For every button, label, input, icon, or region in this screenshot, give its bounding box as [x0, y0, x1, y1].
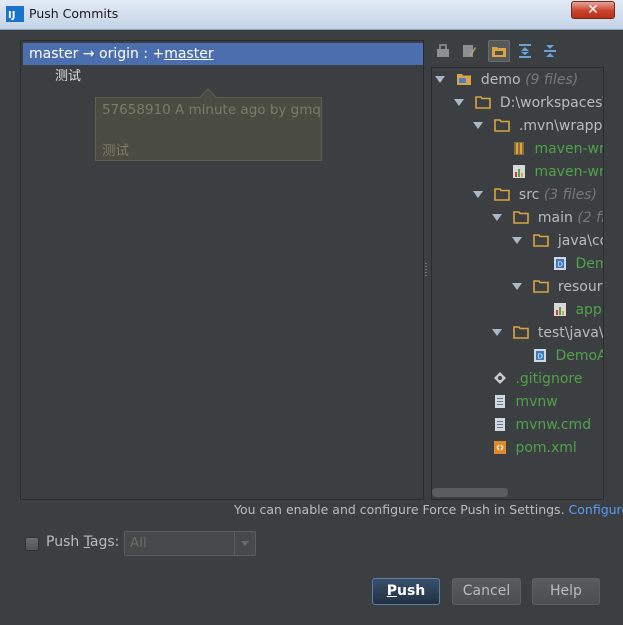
- tree-node-label: pom.xml: [515, 440, 577, 456]
- folder-icon: [494, 118, 511, 132]
- push-tags-select-value: All: [130, 535, 147, 551]
- tree-node[interactable]: src (3 files): [473, 184, 597, 206]
- folder-icon: [475, 95, 492, 109]
- svg-text:D: D: [538, 352, 543, 360]
- title-bar: IJ Push Commits ✕: [0, 0, 623, 30]
- text-file-icon: [495, 417, 505, 431]
- cancel-button[interactable]: Cancel: [452, 578, 521, 605]
- tree-node-label: D:\workspaces\w: [499, 95, 603, 111]
- tree-leaf[interactable]: D DemoA: [533, 345, 604, 367]
- tree-leaf[interactable]: pom.xml: [493, 437, 577, 459]
- folder-icon: [513, 325, 530, 339]
- push-tags-checkbox[interactable]: [25, 537, 39, 551]
- tree-node-label: java\co: [557, 233, 604, 249]
- tree-node-label: .gitignore: [515, 371, 583, 387]
- tree-node[interactable]: resourc: [512, 276, 603, 298]
- tooltip-commit-message: 测试: [102, 143, 129, 159]
- tree-leaf[interactable]: .gitignore: [493, 368, 582, 390]
- svg-text:IJ: IJ: [8, 10, 15, 21]
- tree-node-count: (2 fil: [577, 210, 603, 226]
- tree-node[interactable]: test\java\c: [492, 322, 604, 344]
- properties-file-icon: [513, 164, 525, 178]
- commit-item[interactable]: 测试: [55, 67, 81, 87]
- expand-arrow-icon[interactable]: [512, 282, 522, 290]
- changed-files-tree: demo (9 files) D:\workspaces\w .mvn\wrap…: [431, 67, 604, 500]
- folder-icon: [494, 187, 511, 201]
- panel-splitter-handle[interactable]: [424, 262, 428, 276]
- expand-arrow-icon[interactable]: [492, 328, 502, 336]
- tree-node-label: main: [537, 210, 573, 226]
- java-class-icon: D: [554, 256, 566, 270]
- tree-node-label: mvnw.cmd: [515, 417, 592, 433]
- tree-node[interactable]: D:\workspaces\w: [454, 92, 603, 114]
- tree-leaf[interactable]: appl: [553, 299, 604, 321]
- push-tags-label[interactable]: Push Tags:: [46, 534, 119, 550]
- tree-node-label: maven-wra: [534, 164, 603, 180]
- tree-node[interactable]: java\co: [512, 230, 604, 252]
- folder-icon: [513, 210, 530, 224]
- tree-node-label: .mvn\wrapper: [518, 118, 603, 134]
- group-by-directory-icon[interactable]: [488, 40, 510, 62]
- intellij-app-icon: IJ: [6, 6, 24, 22]
- push-button[interactable]: Push: [372, 578, 440, 605]
- collapse-all-icon[interactable]: [539, 40, 561, 62]
- expand-arrow-icon[interactable]: [473, 121, 483, 129]
- tree-node-label: mvnw: [515, 394, 558, 410]
- tree-node-label: maven-wra: [534, 141, 603, 157]
- branch-row[interactable]: master → origin : +master: [23, 43, 423, 65]
- tree-leaf[interactable]: mvnw: [493, 391, 558, 413]
- expand-arrow-icon[interactable]: [492, 213, 502, 221]
- tree-node-count: (9 files): [525, 72, 579, 88]
- tree-leaf[interactable]: maven-wra: [512, 161, 603, 183]
- tree-horizontal-scrollbar[interactable]: [432, 488, 508, 497]
- tooltip-commit-info: 57658910 A minute ago by gmq: [102, 102, 321, 118]
- folder-icon: [533, 233, 550, 247]
- java-class-icon: D: [534, 348, 546, 362]
- git-icon: [494, 371, 506, 384]
- tree-node[interactable]: main (2 fil: [492, 207, 603, 229]
- svg-text:D: D: [558, 260, 563, 268]
- properties-file-icon: [554, 302, 566, 316]
- tree-leaf[interactable]: mvnw.cmd: [493, 414, 591, 436]
- tree-leaf[interactable]: D Dem: [553, 253, 603, 275]
- force-push-info-text: You can enable and configure Force Push …: [234, 502, 565, 517]
- tree-leaf[interactable]: maven-wra: [512, 138, 603, 160]
- tree-node-count: (3 files): [543, 187, 597, 203]
- jar-file-icon: [514, 141, 524, 155]
- commit-tooltip: 57658910 A minute ago by gmq 测试: [95, 88, 322, 161]
- edit-source-icon[interactable]: [458, 40, 480, 62]
- target-branch-link[interactable]: master: [164, 46, 213, 62]
- chevron-down-icon[interactable]: [234, 532, 255, 555]
- help-button[interactable]: Help: [532, 578, 600, 605]
- text-file-icon: [495, 394, 505, 408]
- branch-prefix: master → origin : +: [29, 46, 165, 62]
- expand-arrow-icon[interactable]: [512, 236, 522, 244]
- module-folder-icon: [457, 73, 472, 85]
- group-by-module-icon[interactable]: [432, 40, 454, 62]
- tree-node[interactable]: .mvn\wrapper: [473, 115, 603, 137]
- tree-node-label: Dem: [575, 256, 603, 272]
- expand-all-icon[interactable]: [514, 40, 536, 62]
- tree-node-label: demo: [480, 72, 521, 88]
- expand-arrow-icon[interactable]: [435, 75, 445, 83]
- expand-arrow-icon[interactable]: [473, 190, 483, 198]
- configure-link[interactable]: Configure: [569, 502, 623, 517]
- push-tags-select[interactable]: All: [124, 531, 256, 556]
- tree-node[interactable]: demo (9 files): [435, 69, 578, 91]
- tree-node-label: src: [518, 187, 540, 203]
- tree-node-label: DemoA: [555, 348, 604, 364]
- window-title: Push Commits: [29, 6, 119, 21]
- expand-arrow-icon[interactable]: [454, 98, 464, 106]
- tree-node-label: test\java\c: [537, 325, 604, 341]
- tree-node-label: resourc: [557, 279, 603, 295]
- tree-node-label: appl: [575, 302, 604, 318]
- window-close-button[interactable]: ✕: [571, 1, 615, 19]
- xml-file-icon: [494, 440, 506, 454]
- force-push-info: You can enable and configure Force Push …: [234, 502, 623, 517]
- folder-icon: [533, 279, 550, 293]
